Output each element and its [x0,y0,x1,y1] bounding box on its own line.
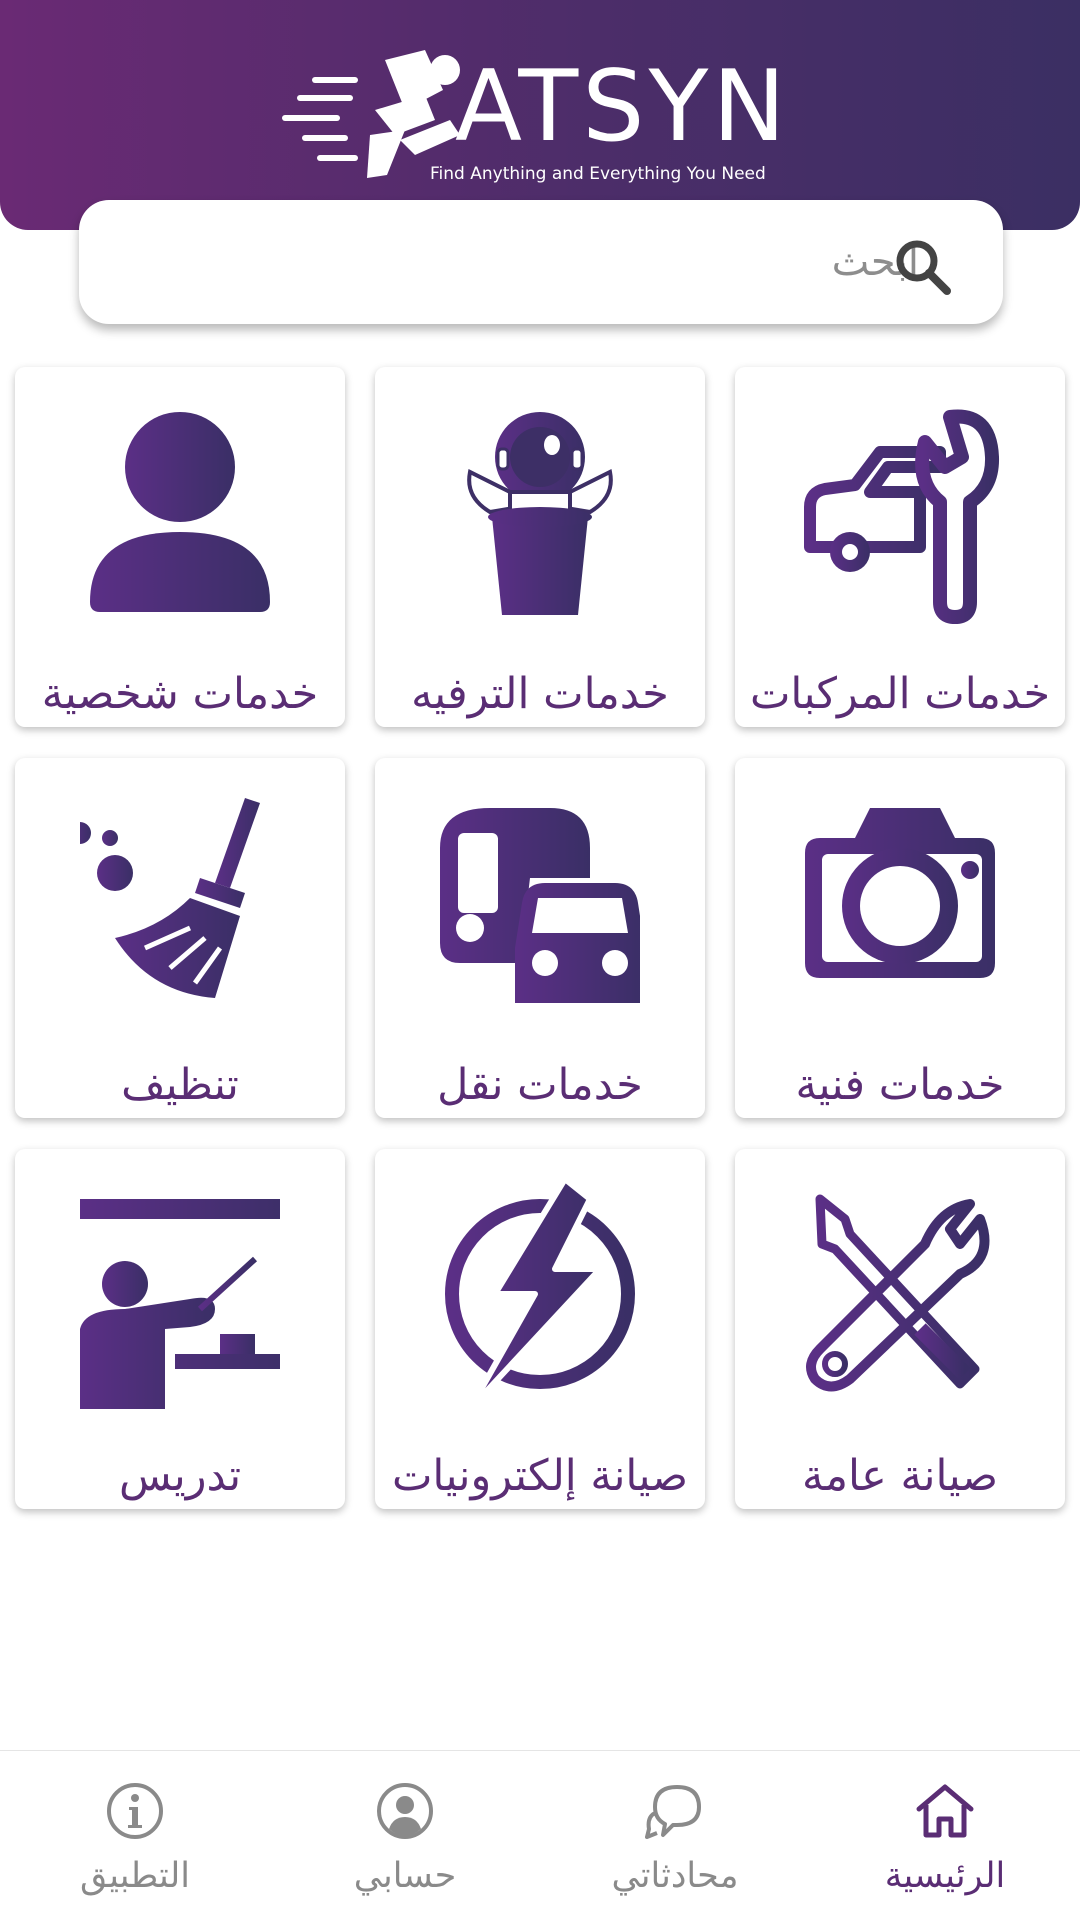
nav-item-chats[interactable]: محادثاتي [540,1751,810,1920]
category-card-tutoring[interactable]: تدريس [15,1149,345,1509]
person-icon [90,412,270,612]
chat-icon [645,1785,701,1839]
category-card-personal-services[interactable]: خدمات شخصية [15,367,345,727]
app-header: ATSYN Find Anything and Everything You N… [0,0,1080,230]
bus-car-icon [440,808,640,1003]
nav-label-account: حسابي [353,1856,457,1896]
category-card-cleaning[interactable]: تنظيف [15,758,345,1118]
logo-wordmark: ATSYN [455,50,790,164]
astronaut-popcorn-icon [467,412,613,615]
category-card-general-maintenance[interactable]: صيانة عامة [735,1149,1065,1509]
category-card-electronics-maintenance[interactable]: صيانة إلكترونيات [375,1149,705,1509]
home-icon [916,1784,974,1838]
category-label: خدمات شخصية [41,669,319,719]
account-icon [377,1783,433,1839]
category-label: خدمات نقل [437,1060,643,1110]
category-label: خدمات المركبات [749,669,1051,719]
camera-icon [805,808,995,978]
category-label: تنظيف [121,1060,239,1110]
nav-label-app: التطبيق [80,1856,190,1896]
wrench-screwdriver-icon [806,1194,990,1392]
info-icon [107,1783,163,1839]
nav-item-home[interactable]: الرئيسية [810,1751,1080,1920]
nav-item-app[interactable]: التطبيق [0,1751,270,1920]
category-card-entertainment-services[interactable]: خدمات الترفيه [375,367,705,727]
category-card-vehicle-services[interactable]: خدمات المركبات [735,367,1065,727]
category-label: خدمات فنية [795,1060,1005,1110]
nav-label-home: الرئيسية [884,1856,1006,1896]
car-wrench-icon [804,409,1000,624]
nav-item-account[interactable]: حسابي [270,1751,540,1920]
atsyn-logo: ATSYN Find Anything and Everything You N… [275,40,795,200]
category-label: صيانة إلكترونيات [391,1451,689,1501]
broom-icon [80,798,260,998]
category-label: صيانة عامة [801,1451,999,1501]
lightning-icon [445,1179,635,1409]
category-label: خدمات الترفيه [411,669,669,719]
category-label: تدريس [118,1451,242,1501]
bottom-nav: الرئيسية محادثاتي حسابي التطبيق [0,1750,1080,1920]
category-card-technical-services[interactable]: خدمات فنية [735,758,1065,1118]
search-bar[interactable] [79,200,1003,324]
category-card-transport-services[interactable]: خدمات نقل [375,758,705,1118]
teacher-board-icon [80,1199,280,1409]
nav-label-chats: محادثاتي [611,1856,739,1896]
logo-tagline: Find Anything and Everything You Need [430,164,766,184]
search-input[interactable] [119,222,919,302]
search-icon[interactable] [893,237,953,297]
